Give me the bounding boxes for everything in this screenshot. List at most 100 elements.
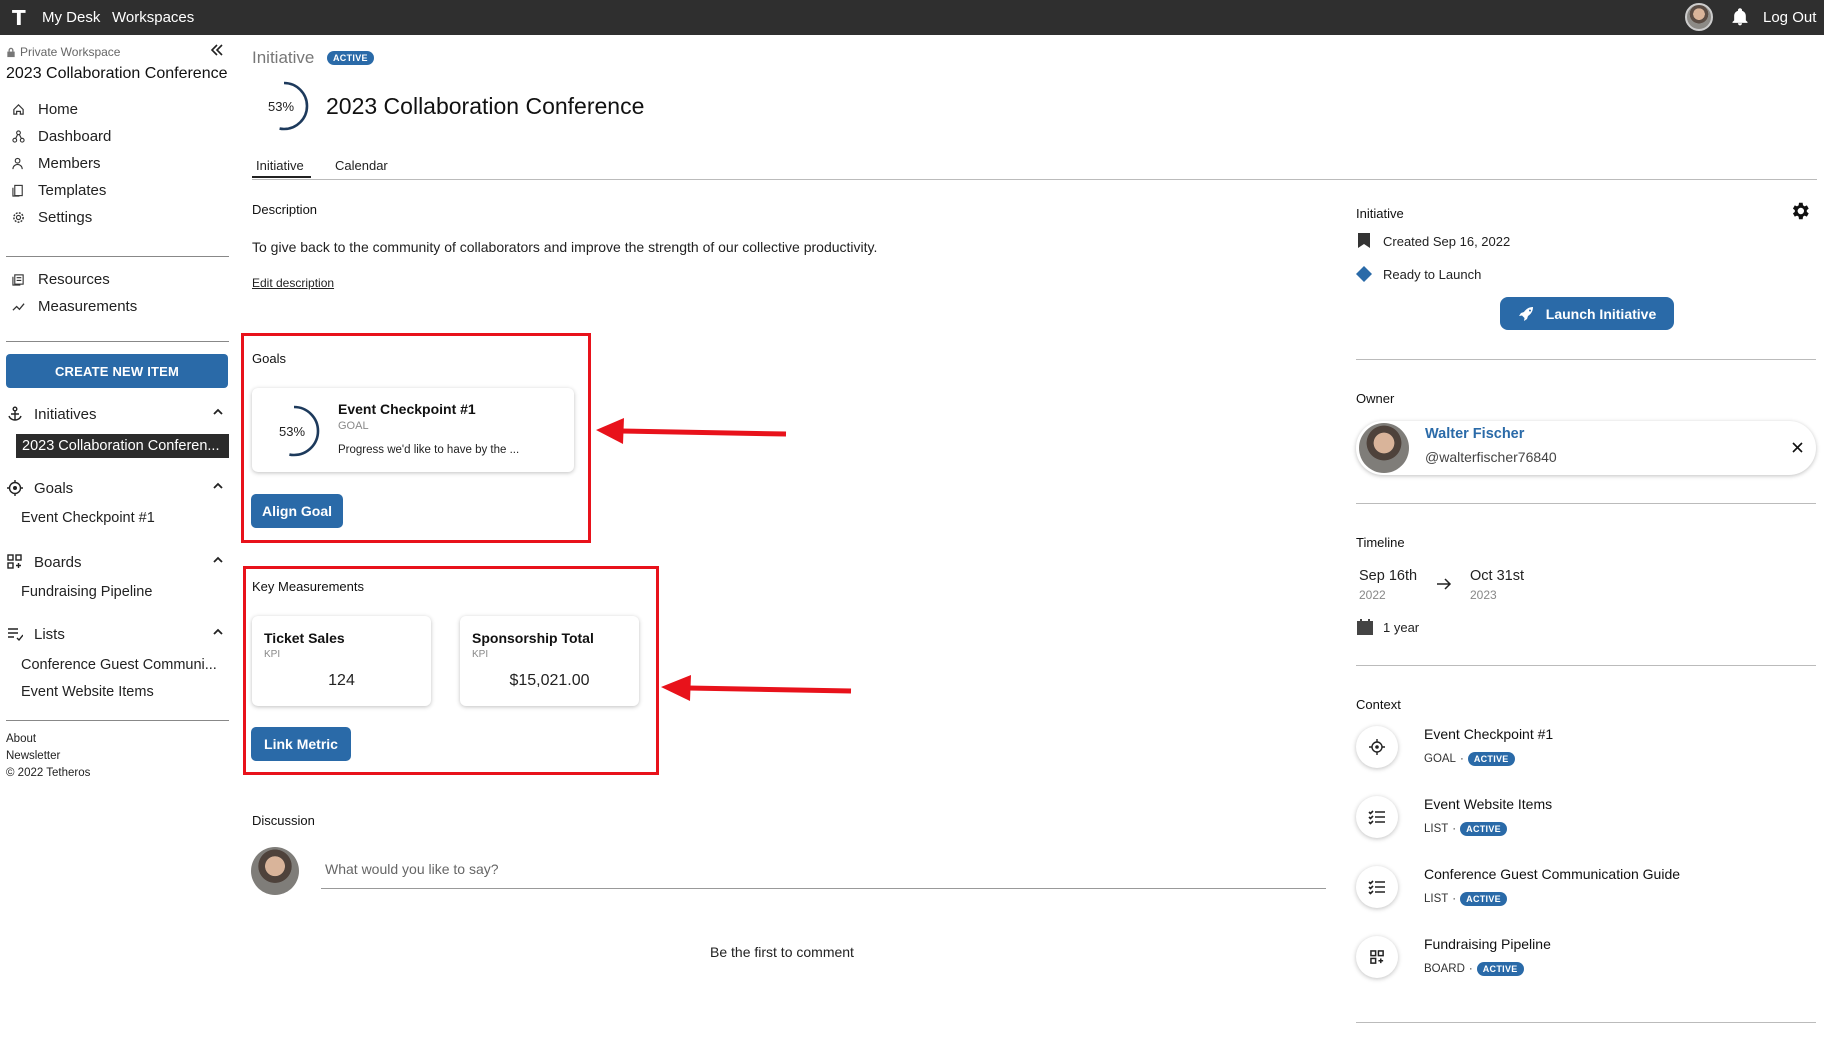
bell-icon[interactable] [1730,7,1750,27]
edit-description-link[interactable]: Edit description [252,276,334,290]
context-item-title[interactable]: Conference Guest Communication Guide [1424,866,1680,882]
context-item-title[interactable]: Event Website Items [1424,796,1552,812]
list-icon [6,625,24,643]
settings-icon [10,210,26,226]
context-item-title[interactable]: Fundraising Pipeline [1424,936,1551,952]
sidebar-item-label: Home [38,101,79,118]
section-goals[interactable]: Goals [6,479,228,497]
owner-handle: @walterfischer76840 [1425,449,1557,465]
breadcrumb[interactable]: Initiative [252,48,314,68]
kpi-value: 124 [328,672,355,689]
user-avatar[interactable] [1685,3,1713,31]
status-badge: ACTIVE [1467,752,1515,766]
kpi-title: Sponsorship Total [472,630,594,646]
comment-input[interactable]: What would you like to say? [321,861,1326,889]
sidebar-goal-item[interactable]: Event Checkpoint #1 [21,510,155,526]
context-item-title[interactable]: Event Checkpoint #1 [1424,726,1553,742]
context-icon-wrapper[interactable] [1356,726,1398,768]
sidebar-divider [6,256,229,257]
timeline-end-year: 2023 [1470,588,1497,602]
goal-card[interactable]: 53% Event Checkpoint #1 GOAL Progress we… [252,388,574,472]
section-boards[interactable]: Boards [6,553,228,571]
context-icon-wrapper[interactable] [1356,936,1398,978]
status-badge: ACTIVE [1460,892,1507,906]
separator-dot: · [1452,823,1457,835]
nav-my-desk[interactable]: My Desk [42,9,100,26]
close-icon[interactable] [1792,442,1803,453]
copyright-text: © 2022 Tetheros [6,767,91,779]
active-tab-indicator [252,176,311,178]
chevron-up-icon[interactable] [212,626,224,638]
owner-card[interactable]: Walter Fischer @walterfischer76840 [1356,421,1816,475]
context-item-type: LIST [1424,823,1449,835]
timeline-heading: Timeline [1356,535,1405,550]
measurements-heading: Key Measurements [252,579,364,594]
panel-divider [1356,359,1816,360]
sidebar-list-item[interactable]: Conference Guest Communi... [21,657,217,673]
link-metric-button[interactable]: Link Metric [251,727,351,761]
section-lists[interactable]: Lists [6,625,228,643]
empty-comments-text: Be the first to comment [710,944,854,960]
launch-initiative-button[interactable]: Launch Initiative [1500,297,1674,330]
sidebar-item-label: Measurements [38,298,138,315]
sidebar-item-dashboard[interactable]: Dashboard [10,128,111,145]
kpi-card-ticket-sales[interactable]: Ticket Sales KPI 124 [252,616,431,706]
goal-target-icon [1369,739,1385,755]
section-label: Goals [34,479,74,497]
sidebar-list-item[interactable]: Event Website Items [21,684,154,700]
sidebar-item-measurements[interactable]: Measurements [10,298,137,315]
sidebar-board-item[interactable]: Fundraising Pipeline [21,584,152,600]
context-item-meta: LIST · ACTIVE [1424,892,1507,906]
sidebar-divider [6,720,229,721]
sidebar-item-home[interactable]: Home [10,101,78,118]
sidebar-divider [6,341,229,342]
align-goal-button[interactable]: Align Goal [251,494,343,528]
arrow-right-icon [1437,578,1452,590]
about-link[interactable]: About [6,733,36,745]
collapse-sidebar-icon[interactable] [210,43,224,57]
kpi-title: Ticket Sales [264,630,345,646]
section-initiatives[interactable]: Initiatives [6,405,228,423]
tab-initiative[interactable]: Initiative [256,158,304,173]
sidebar-initiative-item[interactable]: 2023 Collaboration Conferen... [16,434,229,458]
workspace-title[interactable]: 2023 Collaboration Conference [6,65,227,83]
chevron-up-icon[interactable] [212,480,224,492]
board-icon [1369,949,1384,964]
goals-heading: Goals [252,351,286,366]
sidebar-item-label: Resources [38,271,110,288]
separator-dot: · [1459,753,1464,765]
chevron-up-icon[interactable] [212,554,224,566]
page-title: 2023 Collaboration Conference [326,93,645,119]
top-bar: T My Desk Workspaces Log Out [0,0,1824,35]
sidebar-item-label: Dashboard [38,128,112,145]
dashboard-icon [10,129,26,145]
context-icon-wrapper[interactable] [1356,796,1398,838]
lock-icon [7,47,15,57]
create-new-item-button[interactable]: CREATE NEW ITEM [6,354,228,388]
context-icon-wrapper[interactable] [1356,866,1398,908]
kpi-card-sponsorship-total[interactable]: Sponsorship Total KPI $15,021.00 [460,616,639,706]
kpi-type: KPI [264,649,281,660]
context-item-type: LIST [1424,893,1449,905]
tab-calendar[interactable]: Calendar [335,158,388,173]
goal-card-snippet: Progress we'd like to have by the ... [338,444,520,456]
gear-icon[interactable] [1789,200,1811,222]
list-icon [1368,880,1385,895]
goal-card-title: Event Checkpoint #1 [338,401,476,417]
app-logo[interactable]: T [12,6,26,30]
bookmark-icon [1358,233,1370,248]
newsletter-link[interactable]: Newsletter [6,750,60,762]
sidebar-item-templates[interactable]: Templates [10,182,106,199]
logout-link[interactable]: Log Out [1763,9,1816,26]
commenter-avatar [251,847,299,895]
chevron-up-icon[interactable] [212,406,224,418]
context-item-type: GOAL [1424,753,1456,765]
sidebar-item-resources[interactable]: Resources [10,271,110,288]
nav-workspaces[interactable]: Workspaces [112,9,194,26]
rocket-icon [1518,306,1533,321]
sidebar-item-settings[interactable]: Settings [10,209,92,226]
diamond-icon [1356,266,1372,282]
owner-name[interactable]: Walter Fischer [1425,426,1524,442]
sidebar-item-members[interactable]: Members [10,155,101,172]
section-label: Lists [34,625,65,643]
